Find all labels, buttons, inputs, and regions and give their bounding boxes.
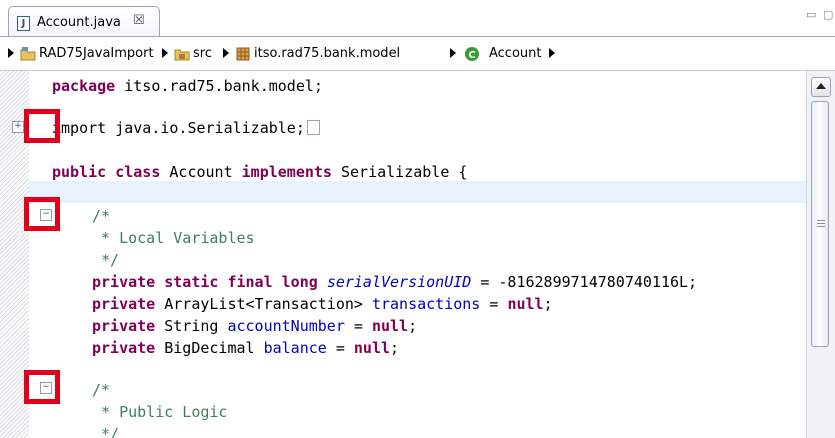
collapsed-block-icon[interactable] [306,120,320,135]
breadcrumb: RAD75JavaImport src itso.rad75.bank.mode… [0,36,835,71]
tab-title: Account.java [37,15,121,30]
source-folder-icon [174,49,190,61]
breadcrumb-arrow-icon[interactable] [549,48,555,58]
package-icon [236,47,250,61]
highlight-marker [24,109,60,143]
code-line-field: private String accountNumber = null; [92,317,418,335]
breadcrumb-arrow-icon[interactable] [162,48,168,58]
highlight-marker [24,370,60,404]
breadcrumb-item-project[interactable]: RAD75JavaImport [39,46,154,61]
grip-icon [817,220,825,221]
expand-fold-icon[interactable]: + [12,121,24,133]
class-icon: C [465,47,479,61]
vertical-scrollbar[interactable] [806,71,835,438]
breadcrumb-arrow-icon[interactable] [223,48,229,58]
maximize-icon[interactable]: ▢ [823,8,833,21]
tab-account-java[interactable]: J Account.java ☒ [8,6,160,36]
minimize-icon[interactable]: ▭ [806,8,816,21]
highlight-marker [24,197,60,231]
editor-tab-bar: J Account.java ☒ ▭ ▢ [0,0,835,36]
code-comment: /* [92,207,111,225]
code-line-field: private BigDecimal balance = null; [92,339,400,357]
code-comment: /* [92,381,111,399]
project-icon [20,47,36,61]
code-comment: * Local Variables [92,229,255,247]
close-icon[interactable]: ☒ [133,13,145,28]
code-line-field: private ArrayList<Transaction> transacti… [92,295,553,313]
breadcrumb-item-src[interactable]: src [193,46,212,61]
svg-text:C: C [468,50,475,61]
code-comment: */ [92,425,120,438]
code-line-class: public class Account implements Serializ… [52,163,468,181]
current-line-highlight [29,181,806,203]
scroll-thumb[interactable] [811,101,829,347]
code-line-field: private static final long serialVersionU… [92,273,698,291]
code-comment: * Public Logic [92,403,228,421]
scroll-up-button[interactable] [811,77,831,97]
breadcrumb-arrow-icon[interactable] [8,48,14,58]
java-file-icon: J [17,16,30,31]
code-editor[interactable]: package itso.rad75.bank.model; import ja… [29,71,806,438]
code-line-package: package itso.rad75.bank.model; [52,77,323,95]
breadcrumb-item-package[interactable]: itso.rad75.bank.model [254,46,400,61]
code-comment: */ [92,251,120,269]
breadcrumb-arrow-icon[interactable] [450,48,456,58]
code-line-import: import java.io.Serializable; [52,117,320,139]
breadcrumb-item-class[interactable]: Account [489,46,542,61]
